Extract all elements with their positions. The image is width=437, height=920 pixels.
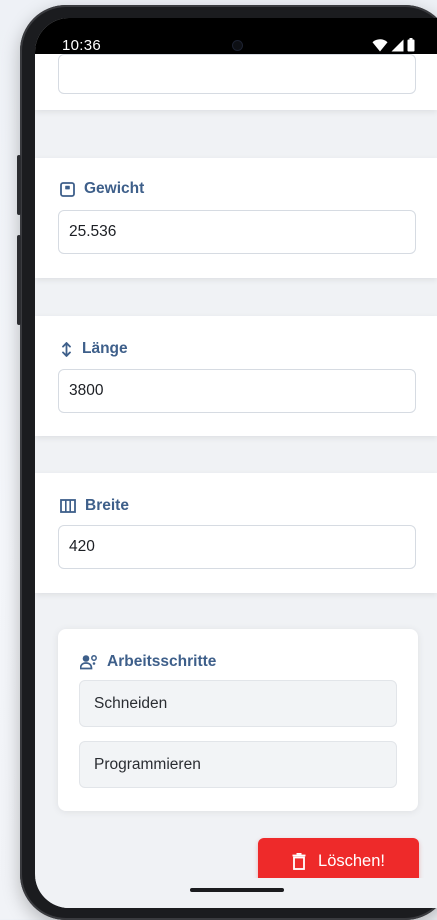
arbeitsschritte-card: Arbeitsschritte Schneiden Programmieren	[58, 629, 418, 811]
laenge-label: Länge	[60, 340, 128, 358]
laenge-input[interactable]: 3800	[58, 369, 416, 413]
breite-label-text: Breite	[85, 497, 129, 514]
volume-button	[17, 155, 21, 215]
card-previous	[35, 54, 437, 110]
power-button	[17, 235, 21, 325]
arbeitsschritte-label-text: Arbeitsschritte	[107, 653, 217, 670]
content: Gewicht 25.536 Länge 3800 Breite 420 Arb…	[35, 54, 437, 894]
gewicht-label-text: Gewicht	[84, 180, 145, 197]
battery-icon	[407, 38, 415, 52]
navigation-bar	[35, 878, 437, 908]
delete-button-label: Löschen!	[318, 852, 385, 870]
weight-icon	[60, 181, 75, 197]
gewicht-input[interactable]: 25.536	[58, 210, 416, 254]
laenge-label-text: Länge	[82, 340, 128, 357]
card-gewicht: Gewicht 25.536	[35, 158, 437, 278]
breite-input[interactable]: 420	[58, 525, 416, 569]
arrow-up-down-icon	[62, 341, 71, 357]
front-camera	[233, 41, 242, 50]
users-gear-icon	[80, 655, 97, 670]
status-time: 10:36	[62, 37, 102, 54]
card-breite: Breite 420	[35, 473, 437, 593]
arbeitsschritt-item[interactable]: Programmieren	[79, 741, 397, 788]
card-laenge: Länge 3800	[35, 316, 437, 436]
status-icons	[372, 38, 415, 52]
columns-icon	[60, 499, 76, 513]
arbeitsschritte-label: Arbeitsschritte	[80, 653, 216, 671]
arbeitsschritt-item[interactable]: Schneiden	[79, 680, 397, 727]
trash-icon	[292, 853, 306, 870]
home-indicator[interactable]	[190, 888, 284, 892]
signal-icon	[391, 39, 404, 51]
screen: 10:36 Gewicht 25.536 Länge 3800 Breite 4…	[35, 18, 437, 908]
wifi-icon	[372, 38, 388, 51]
breite-label: Breite	[60, 497, 129, 515]
previous-field-input[interactable]	[58, 54, 416, 94]
gewicht-label: Gewicht	[60, 180, 144, 198]
